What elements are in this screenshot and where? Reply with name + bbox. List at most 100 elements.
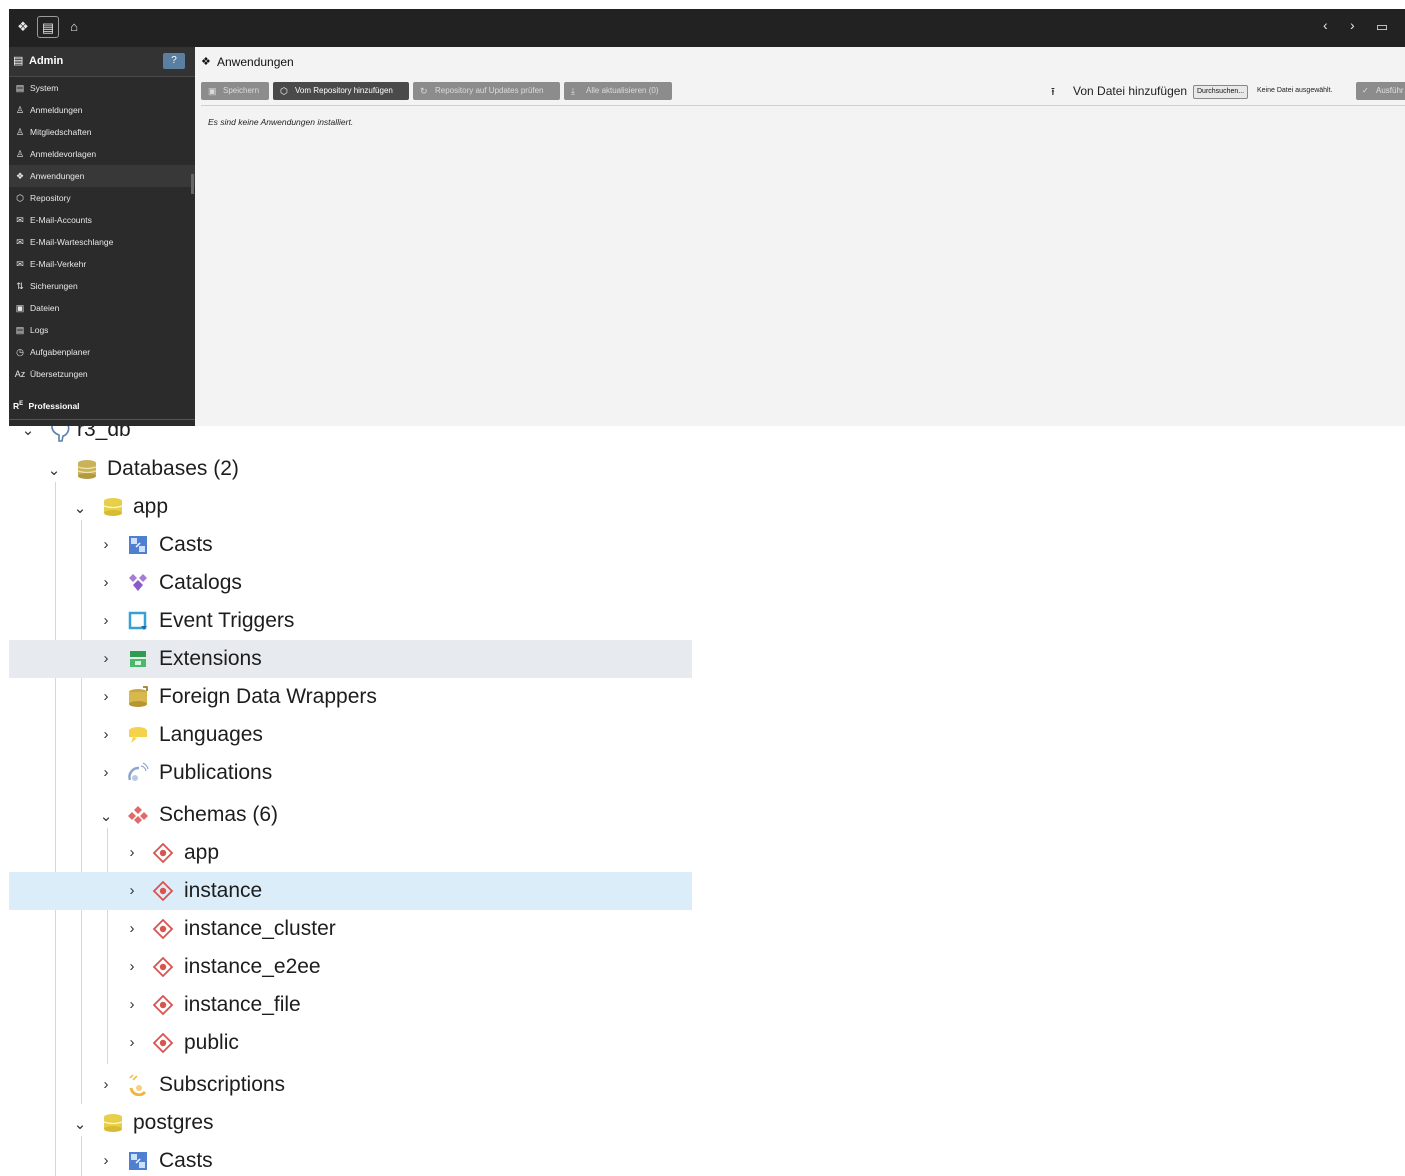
tree-node-subscriptions[interactable]: › Subscriptions <box>9 1066 692 1104</box>
tree-node-languages[interactable]: › Languages <box>9 716 692 754</box>
schema-icon <box>152 918 174 940</box>
sidebar-item-mitgliedschaften[interactable]: ♙ Mitgliedschaften <box>9 121 195 143</box>
check-updates-button[interactable]: ↻ Repository auf Updates prüfen <box>413 82 560 100</box>
user-template-icon: ♙ <box>15 149 25 159</box>
help-button[interactable]: ? <box>163 53 185 69</box>
home-icon[interactable]: ⌂ <box>63 16 85 38</box>
tree-node-casts[interactable]: › Casts <box>9 526 692 564</box>
admin-app-screenshot: ❖ ▤ ⌂ ‹ › ▭ ▤ Admin ? ▤ System ♙ Anmeldunge… <box>9 9 1405 426</box>
update-all-button[interactable]: ⤓ Alle aktualisieren (0) <box>564 82 672 100</box>
browse-button[interactable]: Durchsuchen... <box>1193 85 1249 99</box>
tree-node-casts[interactable]: › Casts <box>9 1142 692 1176</box>
tree-node-schema-instance-cluster[interactable]: › instance_cluster <box>9 910 692 948</box>
chevron-right-icon[interactable]: › <box>99 727 113 742</box>
mail-traffic-icon: ✉ <box>16 259 24 269</box>
tree-node-label: Extensions <box>159 647 262 670</box>
chevron-right-icon[interactable]: › <box>99 765 113 780</box>
sidebar-item-anmeldevorlagen[interactable]: ♙ Anmeldevorlagen <box>9 143 195 165</box>
layers-icon: ❖ <box>15 171 25 181</box>
sidebar-item-repository[interactable]: ⬡ Repository <box>9 187 195 209</box>
admin-sidebar: ▤ Admin ? ▤ System ♙ Anmeldungen ♙ Mitgliedsc… <box>9 47 195 426</box>
tree-node-label: instance_cluster <box>184 917 336 940</box>
chevron-right-icon[interactable]: › <box>125 845 139 860</box>
chevron-right-icon[interactable]: › <box>125 921 139 936</box>
sidebar-item-label: Sicherungen <box>30 281 78 291</box>
chevron-right-icon[interactable]: › <box>125 997 139 1012</box>
chevron-right-icon[interactable]: › <box>125 1035 139 1050</box>
admin-icon[interactable]: ▤ <box>37 16 59 38</box>
chat-icon[interactable]: ▭ <box>1371 16 1393 38</box>
sidebar-item-dateien[interactable]: ▣ Dateien <box>9 297 195 319</box>
translate-icon: Aᴢ <box>14 369 26 379</box>
sidebar-item-anmeldungen[interactable]: ♙ Anmeldungen <box>9 99 195 121</box>
forward-icon[interactable]: › <box>1350 17 1355 33</box>
sidebar-item-aufgabenplaner[interactable]: ◷ Aufgabenplaner <box>9 341 195 363</box>
tree-node-schema-instance-e2ee[interactable]: › instance_e2ee <box>9 948 692 986</box>
sidebar-scrollbar[interactable] <box>191 174 194 194</box>
tree-node-schema-instance-file[interactable]: › instance_file <box>9 986 692 1024</box>
back-icon[interactable]: ‹ <box>1323 17 1328 33</box>
tree-node-database-postgres[interactable]: ⌄ postgres <box>9 1104 692 1142</box>
chevron-right-icon[interactable]: › <box>99 1153 113 1168</box>
chevron-down-icon[interactable]: ⌄ <box>21 426 35 438</box>
professional-label: RE Professional <box>13 401 80 411</box>
sidebar-item-e-mail-verkehr[interactable]: ✉ E-Mail-Verkehr <box>9 253 195 275</box>
chevron-down-icon[interactable]: ⌄ <box>99 809 113 824</box>
sidebar-item-anwendungen[interactable]: ❖ Anwendungen <box>9 165 195 187</box>
run-button[interactable]: ✓ Ausführ <box>1356 82 1405 100</box>
tree-node-foreign-data-wrappers[interactable]: › Foreign Data Wrappers <box>9 678 692 716</box>
tree-node-label: Databases (2) <box>107 457 239 480</box>
add-from-repository-button[interactable]: ⬡ Vom Repository hinzufügen <box>273 82 409 100</box>
sidebar-title: Admin <box>29 55 64 67</box>
cube-icon: ⬡ <box>280 86 288 96</box>
tree-node-label: instance_file <box>184 993 301 1016</box>
sidebar-item-e-mail-warteschlange[interactable]: ✉ E-Mail-Warteschlange <box>9 231 195 253</box>
save-button[interactable]: ▣ Speichern <box>201 82 269 100</box>
document-icon: ▤ <box>15 83 25 93</box>
tree-node-label: app <box>133 495 169 518</box>
tree-node-schemas[interactable]: ⌄ Schemas (6) <box>9 796 692 834</box>
sidebar-item-label: Dateien <box>30 303 60 313</box>
tree-node-label: instance_e2ee <box>184 955 321 978</box>
sidebar-item-übersetzungen[interactable]: Aᴢ Übersetzungen <box>9 363 195 385</box>
tree-node-server[interactable]: ⌄ r3_db <box>9 426 692 450</box>
sidebar-item-label: Anmeldungen <box>30 105 83 115</box>
tree-node-catalogs[interactable]: › Catalogs <box>9 564 692 602</box>
chevron-right-icon[interactable]: › <box>125 883 139 898</box>
chevron-right-icon[interactable]: › <box>99 575 113 590</box>
sidebar-item-logs[interactable]: ▤ Logs <box>9 319 195 341</box>
tree-node-publications[interactable]: › Publications <box>9 754 692 792</box>
tree-node-schema-instance[interactable]: › instance <box>9 872 692 910</box>
tree-node-database-app[interactable]: ⌄ app <box>9 488 692 526</box>
subscriptions-icon <box>129 1074 147 1096</box>
add-from-repository-label: Vom Repository hinzufügen <box>295 86 393 95</box>
chevron-down-icon[interactable]: ⌄ <box>47 463 61 478</box>
tree-node-schema-public[interactable]: › public <box>9 1024 692 1062</box>
tree-node-label: Casts <box>159 533 213 556</box>
chevron-right-icon[interactable]: › <box>99 651 113 666</box>
sidebar-item-e-mail-accounts[interactable]: ✉ E-Mail-Accounts <box>9 209 195 231</box>
chevron-down-icon[interactable]: ⌄ <box>73 1117 87 1132</box>
sidebar-item-sicherungen[interactable]: ⇅ Sicherungen <box>9 275 195 297</box>
sidebar-item-label: Übersetzungen <box>30 369 88 379</box>
chevron-right-icon[interactable]: › <box>99 689 113 704</box>
tree-node-extensions[interactable]: › Extensions <box>9 640 692 678</box>
user-icon: ♙ <box>15 105 25 115</box>
group-icon: ♙ <box>15 127 25 137</box>
tree-node-event-triggers[interactable]: › Event Triggers <box>9 602 692 640</box>
tree-node-label: app <box>184 841 220 864</box>
casts-icon <box>129 1152 147 1170</box>
chevron-right-icon[interactable]: › <box>99 613 113 628</box>
chevron-right-icon[interactable]: › <box>99 537 113 552</box>
tree-node-schema-app[interactable]: › app <box>9 834 692 872</box>
tree-node-label: Schemas (6) <box>159 803 279 826</box>
tree-node-label: Event Triggers <box>159 609 295 632</box>
sidebar-item-label: E-Mail-Verkehr <box>30 259 87 269</box>
upload-icon: ⭱ <box>1051 86 1055 98</box>
chevron-right-icon[interactable]: › <box>125 959 139 974</box>
tree-node-databases[interactable]: ⌄ Databases (2) <box>9 450 692 488</box>
layers-icon[interactable]: ❖ <box>12 16 34 38</box>
sidebar-item-system[interactable]: ▤ System <box>9 77 195 99</box>
chevron-down-icon[interactable]: ⌄ <box>73 501 87 516</box>
chevron-right-icon[interactable]: › <box>99 1077 113 1092</box>
